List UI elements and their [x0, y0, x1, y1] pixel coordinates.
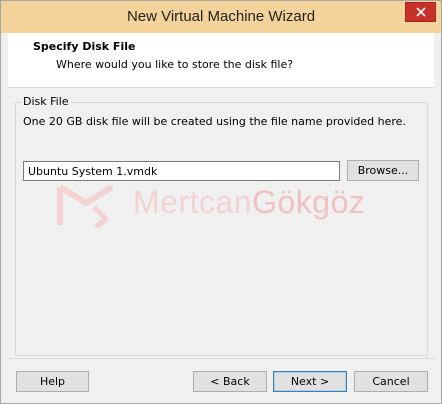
- disk-file-description: One 20 GB disk file will be created usin…: [23, 115, 406, 128]
- title-bar[interactable]: New Virtual Machine Wizard: [1, 1, 441, 33]
- groupbox-label: Disk File: [21, 95, 71, 108]
- window-title: New Virtual Machine Wizard: [126, 8, 316, 25]
- browse-button[interactable]: Browse...: [347, 160, 419, 181]
- help-button[interactable]: Help: [16, 371, 89, 392]
- footer-separator: [9, 358, 435, 359]
- wizard-window: New Virtual Machine Wizard Specify Disk …: [0, 0, 442, 404]
- close-icon: [415, 7, 426, 17]
- page-title: Specify Disk File: [33, 40, 136, 53]
- watermark-text: MertcanGökgöz: [133, 184, 365, 221]
- disk-file-name-input[interactable]: [23, 161, 340, 181]
- next-button[interactable]: Next >: [273, 371, 347, 392]
- watermark-text-second: Gökgöz: [252, 184, 366, 220]
- cancel-button[interactable]: Cancel: [354, 371, 428, 392]
- watermark: MertcanGökgöz: [56, 181, 416, 231]
- header-panel: Specify Disk File Where would you like t…: [8, 33, 434, 88]
- watermark-logo-icon: [57, 184, 114, 229]
- watermark-text-first: Mertcan: [133, 184, 253, 220]
- page-subtitle: Where would you like to store the disk f…: [56, 58, 294, 71]
- back-button[interactable]: < Back: [193, 371, 267, 392]
- close-button[interactable]: [405, 2, 436, 22]
